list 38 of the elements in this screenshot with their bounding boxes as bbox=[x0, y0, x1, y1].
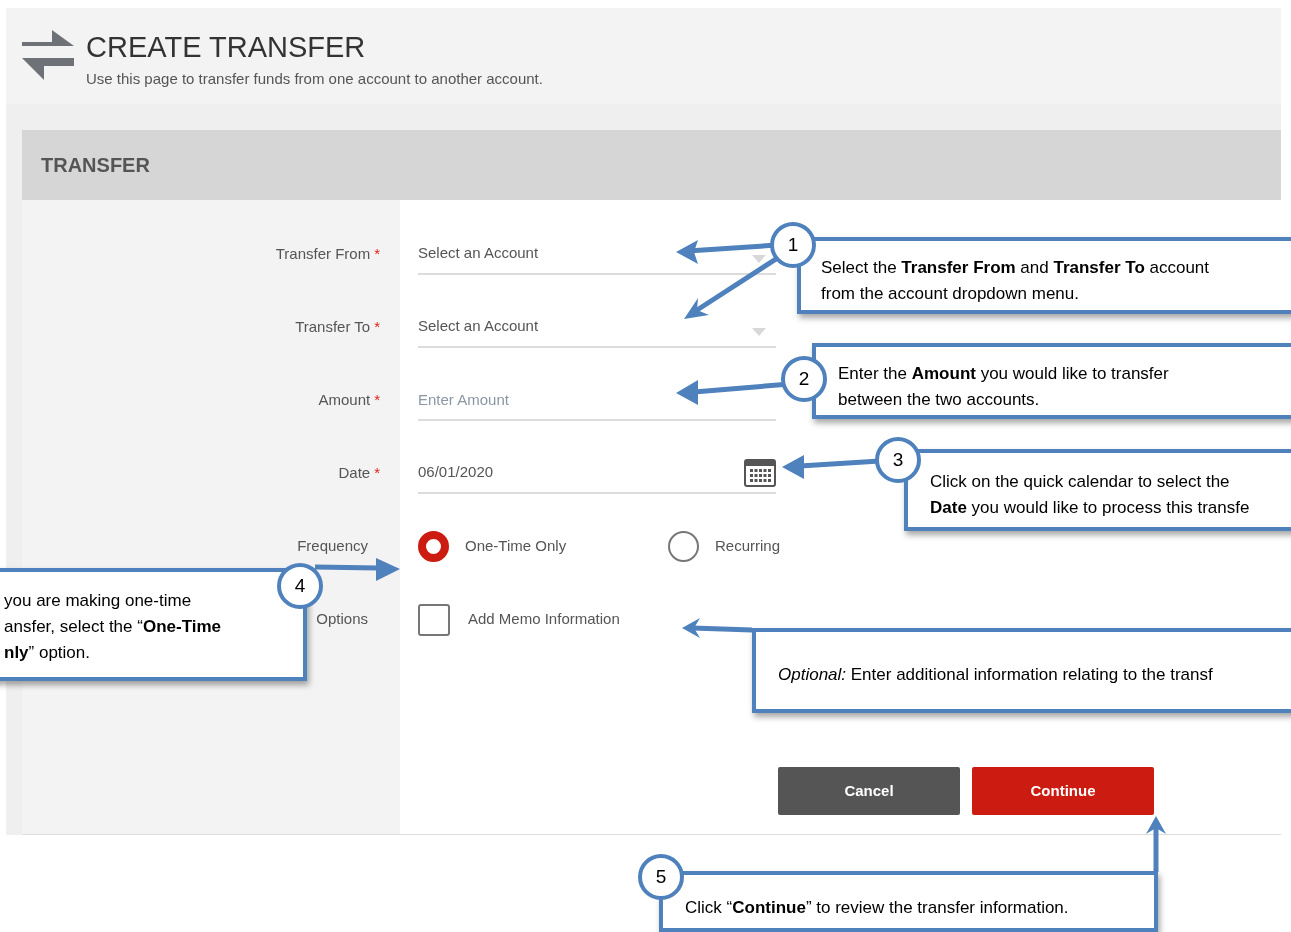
field-label: Options bbox=[316, 609, 368, 630]
radio-button[interactable] bbox=[418, 531, 449, 562]
cancel-button[interactable]: Cancel bbox=[778, 767, 960, 815]
field-label: Transfer From bbox=[275, 244, 371, 265]
step-number: 5 bbox=[638, 854, 684, 900]
radio-button[interactable] bbox=[668, 531, 699, 562]
account-select[interactable]: Select an Account bbox=[418, 242, 539, 265]
field-label: Frequency bbox=[297, 536, 368, 557]
radio-label: Recurring bbox=[715, 536, 781, 557]
checkbox[interactable] bbox=[418, 603, 450, 636]
field-label: Transfer To bbox=[295, 317, 371, 338]
checkbox-label: Add Memo Information bbox=[468, 609, 620, 630]
page-title: CREATE TRANSFER bbox=[86, 30, 367, 64]
transfer-arrows-icon bbox=[22, 30, 74, 80]
callout-text: Optional: Enter additional information relating to the transf bbox=[778, 664, 1213, 686]
required-asterisk: * bbox=[374, 390, 380, 411]
callout-text: Click on the quick calendar to select the bbox=[930, 471, 1230, 493]
callout-text: Click “Continue” to review the transfer information. bbox=[685, 897, 1069, 919]
radio-label: One-Time Only bbox=[465, 536, 567, 557]
continue-button[interactable]: Continue bbox=[972, 767, 1154, 815]
callout-text: from the account dropdown menu. bbox=[821, 283, 1079, 305]
required-asterisk: * bbox=[374, 317, 380, 338]
callout-text: Enter the Amount you would like to transfer bbox=[838, 363, 1169, 385]
callout-text: you are making one-time bbox=[4, 590, 192, 612]
calendar-icon[interactable] bbox=[744, 458, 776, 487]
required-asterisk: * bbox=[374, 463, 380, 484]
field-label: Amount bbox=[318, 390, 371, 411]
callout-text: nly” option. bbox=[4, 642, 90, 664]
callout-text: ansfer, select the “One-Time bbox=[4, 616, 221, 638]
callout-text: Date you would like to process this transfe bbox=[930, 497, 1250, 519]
panel-title: TRANSFER bbox=[41, 153, 150, 178]
field-label: Date bbox=[338, 463, 371, 484]
required-asterisk: * bbox=[374, 244, 380, 265]
callout-text: Select the Transfer From and Transfer To account bbox=[821, 257, 1210, 279]
date-field[interactable]: 06/01/2020 bbox=[418, 453, 776, 494]
page-subtitle: Use this page to transfer funds from one account to another account. bbox=[86, 69, 543, 89]
callout-text: between the two accounts. bbox=[838, 389, 1040, 411]
account-select[interactable]: Select an Account bbox=[418, 315, 539, 338]
